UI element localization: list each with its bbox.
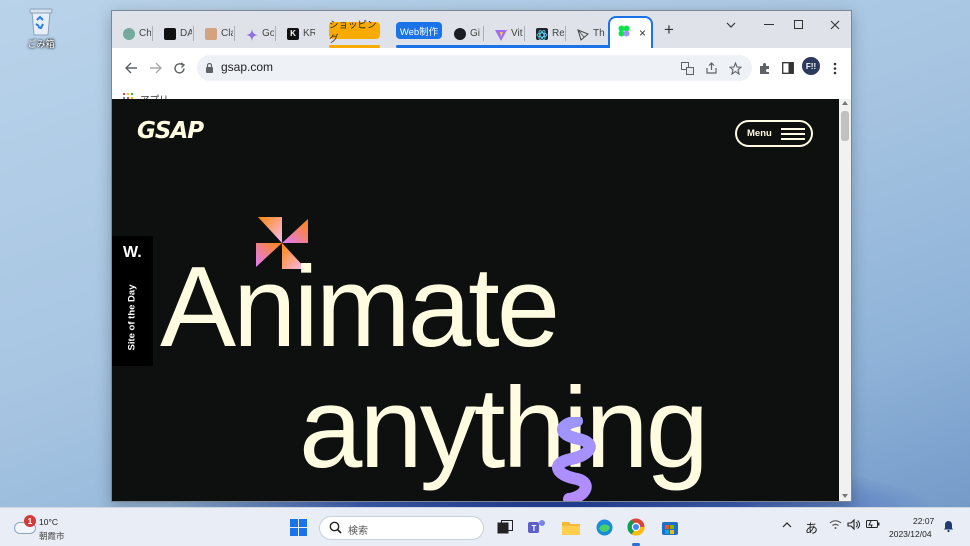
k-icon: K: [287, 27, 299, 40]
tab-label: Ch: [139, 28, 151, 39]
site-of-the-day-badge[interactable]: W. Site of the Day: [112, 236, 153, 366]
tab-dalle[interactable]: DA: [153, 19, 194, 48]
browser-toolbar: gsap.com F!!: [112, 48, 851, 88]
gemini-icon: [246, 28, 258, 41]
new-tab-button[interactable]: +: [659, 20, 679, 40]
teams-icon[interactable]: T: [526, 516, 548, 538]
tab-close-icon[interactable]: ×: [639, 27, 646, 39]
share-icon[interactable]: [703, 60, 719, 76]
notification-bell-icon[interactable]: [943, 520, 954, 535]
edge-icon[interactable]: [593, 516, 615, 538]
address-bar[interactable]: gsap.com: [197, 55, 752, 81]
profile-avatar[interactable]: F!!: [802, 57, 820, 75]
task-view-icon[interactable]: [494, 516, 516, 538]
hero-line-2: anything: [299, 365, 709, 492]
bookmark-star-icon[interactable]: [727, 60, 743, 76]
tab-strip: Ch DA Cla Go K KR ショッピング Web制作 Gi: [112, 11, 851, 48]
taskbar: 1 10°C 朝霞市 検索 T あ 22:07 2023/12/04: [0, 507, 970, 546]
tab-group-webdev[interactable]: Web制作: [396, 22, 442, 39]
weather-temp: 10°C: [39, 517, 58, 527]
page-viewport: GSAP Menu W. Site of the Day Animate any…: [112, 99, 839, 501]
tab-label: DA: [180, 28, 192, 39]
weather-badge: 1: [24, 515, 36, 527]
tab-gsap-active[interactable]: ×: [608, 16, 653, 48]
tab-label: Re: [552, 28, 564, 39]
tab-label: Gi: [470, 28, 480, 39]
tab-label: Go: [262, 28, 274, 39]
tab-claude[interactable]: Cla: [194, 19, 235, 48]
openai-icon: [164, 27, 176, 40]
side-panel-icon[interactable]: [778, 58, 798, 78]
page-scrollbar[interactable]: [839, 99, 851, 501]
search-placeholder: 検索: [348, 526, 368, 537]
clock-time[interactable]: 22:07: [913, 516, 934, 526]
chatgpt-icon: [123, 27, 135, 40]
gsap-clover-icon: [618, 24, 630, 42]
tab-search-icon[interactable]: [721, 15, 741, 35]
search-icon: [329, 521, 342, 539]
translate-icon[interactable]: [679, 60, 695, 76]
store-icon[interactable]: [659, 516, 681, 538]
taskbar-search[interactable]: 検索: [319, 516, 484, 540]
svg-text:T: T: [532, 524, 537, 533]
wifi-icon[interactable]: [829, 519, 842, 532]
vite-icon: [495, 28, 507, 41]
battery-icon[interactable]: [866, 519, 880, 532]
browser-window: Ch DA Cla Go K KR ショッピング Web制作 Gi: [111, 10, 852, 502]
ime-indicator[interactable]: あ: [805, 518, 818, 537]
anthropic-icon: [205, 27, 217, 40]
gsap-logo[interactable]: GSAP: [137, 118, 204, 144]
weather-widget[interactable]: 1 10°C 朝霞市: [10, 513, 82, 543]
close-window-icon[interactable]: [825, 15, 845, 35]
reload-icon[interactable]: [169, 58, 189, 78]
back-icon[interactable]: [121, 58, 141, 78]
tab-vite[interactable]: Vit: [484, 19, 525, 48]
tab-react[interactable]: Re: [525, 19, 566, 48]
react-icon: [536, 27, 548, 40]
maximize-icon[interactable]: [789, 15, 809, 35]
menu-label: Menu: [747, 128, 772, 139]
url-text: gsap.com: [221, 60, 274, 74]
hero-line-1: Animate: [160, 244, 560, 371]
sotd-logo: W.: [123, 244, 142, 261]
chevron-up-icon[interactable]: [782, 519, 792, 531]
chrome-icon[interactable]: [625, 516, 647, 538]
clock-date[interactable]: 2023/12/04: [889, 529, 932, 539]
scroll-down-icon[interactable]: [842, 494, 848, 498]
more-menu-icon[interactable]: [825, 58, 845, 78]
windows-start-icon[interactable]: [287, 516, 309, 538]
tab-chatgpt[interactable]: Ch: [112, 19, 153, 48]
github-icon: [454, 27, 466, 40]
tab-kr[interactable]: K KR: [276, 19, 317, 48]
file-explorer-icon[interactable]: [560, 516, 582, 538]
tab-label: Vit: [511, 28, 523, 39]
hamburger-icon: [780, 127, 805, 140]
squiggle-shape-icon: [552, 417, 596, 501]
scroll-thumb[interactable]: [841, 111, 849, 141]
sotd-text: Site of the Day: [126, 284, 138, 351]
tab-label: Th: [593, 28, 605, 39]
volume-icon[interactable]: [847, 518, 860, 533]
tab-label: KR: [303, 28, 315, 39]
tab-gemini[interactable]: Go: [235, 19, 276, 48]
scroll-up-icon[interactable]: [842, 101, 848, 105]
menu-button[interactable]: Menu: [735, 120, 813, 147]
forward-icon[interactable]: [145, 58, 165, 78]
weather-city: 朝霞市: [39, 531, 65, 541]
tab-group-shopping[interactable]: ショッピング: [329, 20, 380, 45]
tab-three[interactable]: Th: [566, 19, 607, 48]
recycle-bin[interactable]: ごみ箱: [22, 6, 60, 50]
extensions-icon[interactable]: [754, 58, 774, 78]
lock-icon: [205, 61, 214, 79]
tab-github[interactable]: Gi: [443, 19, 484, 48]
minimize-icon[interactable]: [759, 15, 779, 35]
tab-label: Cla: [221, 28, 233, 39]
recycle-bin-label: ごみ箱: [27, 39, 55, 49]
three-icon: [577, 28, 589, 41]
recycle-bin-icon: [28, 6, 54, 36]
